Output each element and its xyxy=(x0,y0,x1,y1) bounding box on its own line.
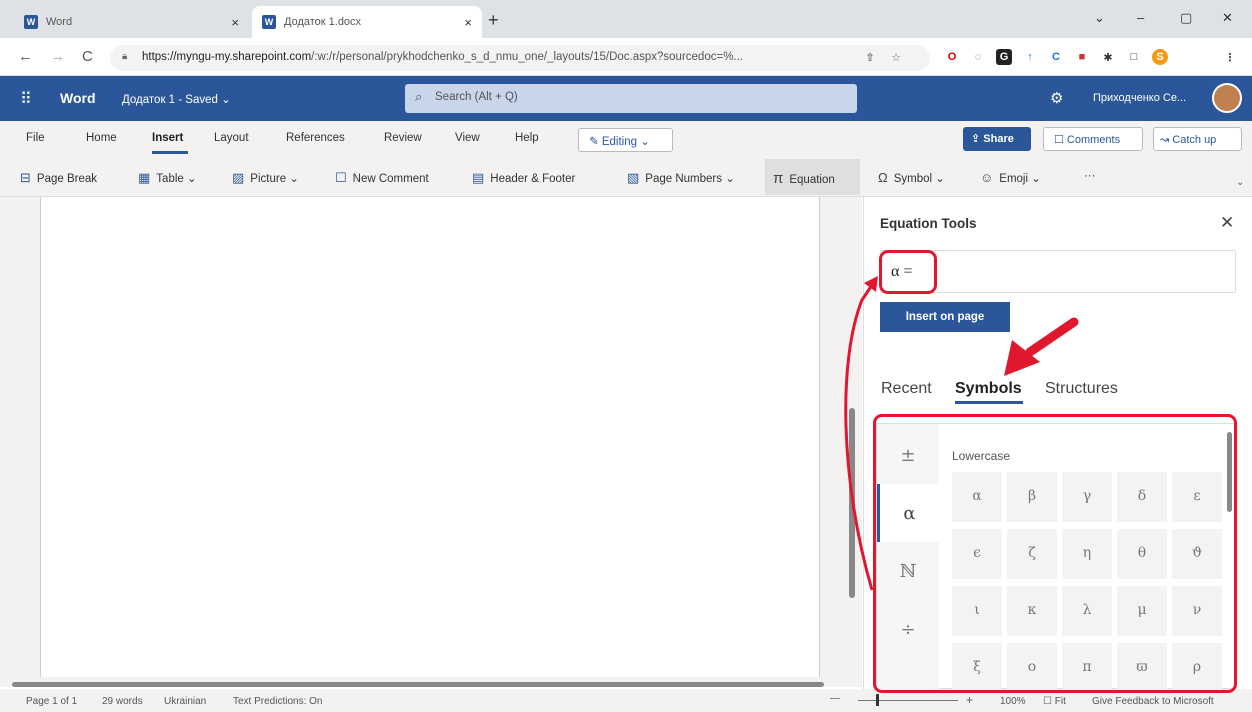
curved-arrow xyxy=(844,281,876,591)
arrow-head xyxy=(864,276,878,292)
pointer-arrow xyxy=(1025,317,1079,357)
annotation-arrows xyxy=(844,276,1079,591)
